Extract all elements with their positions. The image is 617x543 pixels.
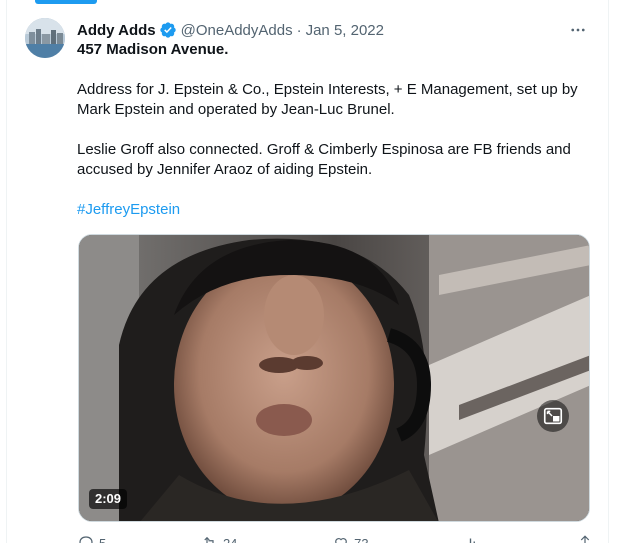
tweet-text: 457 Madison Avenue. Address for J. Epste…	[77, 40, 592, 220]
reply-button[interactable]: 5	[77, 533, 106, 543]
tweet-date[interactable]: Jan 5, 2022	[306, 22, 384, 39]
retweet-count: 24	[222, 535, 238, 543]
share-button[interactable]	[576, 533, 594, 543]
retweet-icon	[204, 536, 214, 543]
views-button[interactable]	[463, 533, 481, 543]
header-separator: ·	[296, 21, 302, 39]
reply-icon	[79, 536, 93, 543]
hashtag-link[interactable]: #JeffreyEpstein	[77, 200, 592, 220]
display-name[interactable]: Addy Adds	[77, 22, 156, 39]
more-icon[interactable]	[566, 19, 590, 41]
picture-in-picture-icon[interactable]	[537, 400, 569, 432]
like-button[interactable]: 73	[332, 533, 369, 543]
tweet-card[interactable]: Addy Adds @OneAddyAdds · Jan 5, 2022 457…	[6, 0, 609, 543]
tweet-actions: 5 24 73	[77, 533, 594, 543]
verified-badge-icon	[159, 21, 177, 39]
like-count: 73	[354, 535, 369, 543]
tweet-header: Addy Adds @OneAddyAdds · Jan 5, 2022	[77, 19, 594, 41]
avatar-image	[25, 18, 65, 58]
tweet-paragraph-2: Leslie Groff also connected. Groff & Cim…	[77, 141, 571, 178]
user-handle[interactable]: @OneAddyAdds	[181, 22, 293, 39]
tweet-headline: 457 Madison Avenue.	[77, 41, 229, 58]
video-duration: 2:09	[89, 489, 128, 509]
video-player[interactable]: 2:09	[78, 234, 590, 522]
tweet-paragraph-1: Address for J. Epstein & Co., Epstein In…	[77, 81, 578, 118]
views-icon	[466, 538, 476, 543]
video-frame	[79, 235, 589, 521]
active-tab-indicator	[35, 0, 97, 4]
retweet-button[interactable]: 24	[201, 533, 237, 543]
reply-count: 5	[99, 535, 107, 543]
share-icon	[580, 535, 590, 543]
avatar[interactable]	[25, 18, 65, 58]
heart-icon	[335, 538, 347, 543]
